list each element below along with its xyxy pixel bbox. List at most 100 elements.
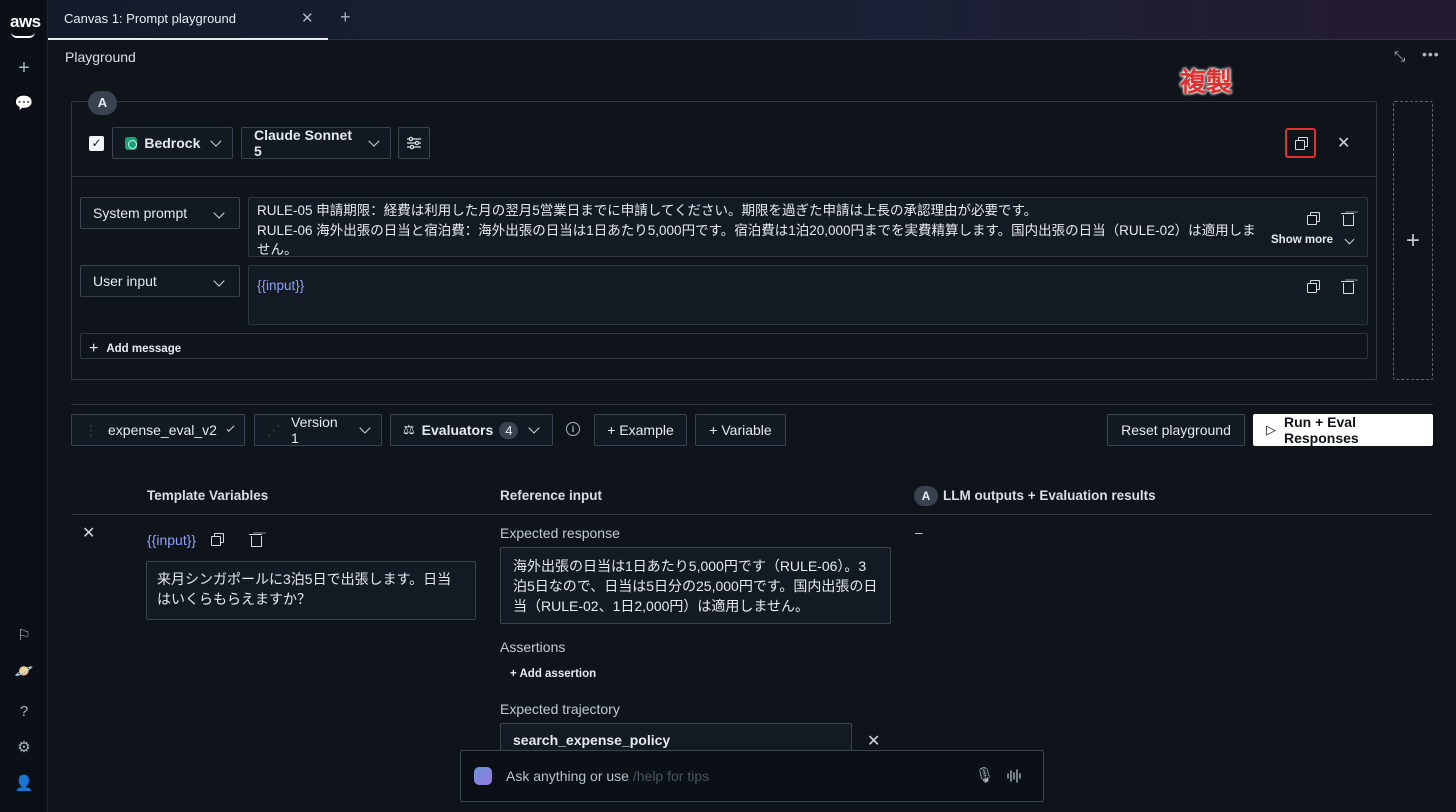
dataset-label: expense_eval_v2 (108, 422, 217, 438)
assistant-logo-icon (474, 767, 492, 785)
delete-message-button[interactable] (1338, 277, 1356, 295)
chevron-down-icon (1344, 234, 1355, 245)
info-icon[interactable]: i (566, 422, 580, 436)
plus-icon: + (89, 340, 99, 357)
system-prompt-line: RULE-05 申請期限：経費は利用した月の翌月5営業日までに申請してください。… (257, 203, 1038, 218)
more-icon[interactable]: ••• (1422, 46, 1440, 62)
chevron-down-icon (210, 135, 222, 147)
variable-token: {{input}} (257, 278, 305, 293)
col-reference-input: Reference input (500, 488, 603, 503)
run-label: Run + Eval Responses (1284, 414, 1359, 446)
table-divider (71, 514, 1433, 515)
aws-logo-smile (11, 32, 35, 38)
ask-input[interactable]: Ask anything or use /help for tips 🎙 (460, 750, 1044, 802)
add-variable-label: + Variable (709, 422, 772, 438)
copy-icon (1307, 212, 1320, 225)
delete-row-icon[interactable]: ✕ (82, 523, 95, 543)
copy-icon (1294, 137, 1308, 150)
ask-placeholder-text: Ask anything or use (506, 768, 629, 784)
planet-icon[interactable]: 🪐 (14, 662, 34, 682)
show-more-button[interactable]: Show more (1271, 234, 1355, 246)
chevron-down-icon (368, 135, 380, 147)
chat-icon[interactable]: 💬 (14, 94, 34, 114)
version-label: Version 1 (291, 414, 338, 446)
role-select-user[interactable]: User input (80, 265, 240, 297)
chevron-down-icon (213, 275, 225, 287)
aws-logo[interactable]: aws (10, 12, 41, 32)
chevron-down-icon (359, 422, 371, 434)
provider-select[interactable]: Bedrock (112, 127, 233, 159)
model-label: Claude Sonnet 5 (254, 127, 353, 159)
add-tab-icon[interactable]: + (340, 7, 351, 28)
role-label: System prompt (93, 205, 188, 221)
voice-wave-icon[interactable] (1006, 768, 1022, 784)
add-panel-button[interactable]: + (1393, 101, 1433, 380)
col-template-variables: Template Variables (147, 488, 269, 503)
evaluators-count-badge: 4 (499, 421, 519, 439)
role-select-system[interactable]: System prompt (80, 197, 240, 229)
sliders-icon (407, 136, 421, 150)
page-title: Playground (65, 49, 136, 65)
flag-icon[interactable]: ⚐ (14, 626, 34, 646)
evaluators-select[interactable]: ⚖ Evaluators 4 (390, 414, 553, 446)
model-select[interactable]: Claude Sonnet 5 (241, 127, 391, 159)
reset-playground-button[interactable]: Reset playground (1107, 414, 1245, 446)
scale-icon: ⚖ (403, 422, 415, 437)
add-variable-button[interactable]: + Variable (695, 414, 786, 446)
col-llm-outputs: LLM outputs + Evaluation results (943, 488, 1156, 503)
copy-message-button[interactable] (1304, 209, 1322, 227)
tab-canvas-1[interactable]: Canvas 1: Prompt playground ✕ (48, 0, 328, 40)
add-example-button[interactable]: + Example (594, 414, 687, 446)
new-plus-icon[interactable]: + (14, 58, 34, 78)
add-message-button[interactable]: + Add message (80, 333, 1368, 359)
version-icon: ⋰ (267, 421, 281, 438)
provider-label: Bedrock (144, 135, 201, 151)
play-icon: ▷ (1266, 422, 1276, 437)
chevron-down-icon (213, 207, 225, 219)
evaluators-label: Evaluators (421, 422, 494, 438)
run-eval-button[interactable]: ▷ Run + Eval Responses (1253, 414, 1433, 446)
add-assertion-button[interactable]: + Add assertion (510, 668, 596, 680)
left-sidebar: aws + 💬 ⚐ 🪐 ? ⚙ 👤 (0, 0, 48, 812)
copy-variable-button[interactable] (208, 530, 226, 548)
show-more-label: Show more (1271, 234, 1333, 246)
version-select[interactable]: ⋰ Version 1 (254, 414, 382, 446)
copy-message-button[interactable] (1304, 277, 1322, 295)
delete-message-button[interactable] (1338, 209, 1356, 227)
variable-input-field[interactable]: 来月シンガポールに3泊5日で出張します。日当はいくらもらえますか？ (146, 561, 476, 620)
llm-output-value: – (915, 524, 923, 540)
tab-close-icon[interactable]: ✕ (301, 9, 314, 27)
panel-checkbox[interactable]: ✓ (89, 136, 104, 151)
add-example-label: + Example (607, 422, 674, 438)
expected-response-label: Expected response (500, 525, 620, 541)
trash-icon (1340, 280, 1354, 294)
expected-response-field[interactable]: 海外出張の日当は1日あたり5,000円です（RULE-06）。3泊5日なので、日… (500, 547, 891, 624)
duplicate-panel-button[interactable] (1285, 128, 1316, 158)
close-panel-icon[interactable]: ✕ (1337, 133, 1350, 153)
bedrock-icon (125, 136, 138, 150)
settings-icon[interactable]: ⚙ (14, 738, 34, 758)
system-prompt-textarea[interactable]: RULE-05 申請期限：経費は利用した月の翌月5営業日までに申請してください。… (248, 197, 1368, 257)
trash-icon (248, 533, 262, 547)
copy-icon (211, 533, 224, 546)
microphone-icon[interactable]: 🎙 (975, 766, 994, 784)
role-label: User input (93, 273, 157, 289)
dataset-icon: ⋮ (84, 421, 98, 438)
collapse-icon[interactable]: ⤡ (1394, 48, 1405, 65)
user-input-textarea[interactable]: {{input}} (248, 265, 1368, 325)
section-divider (71, 404, 1433, 405)
system-prompt-line: RULE-06 海外出張の日当と宿泊費：海外出張の日当は1日あたり5,000円で… (257, 222, 1256, 257)
tab-label: Canvas 1: Prompt playground (64, 11, 236, 26)
dataset-select[interactable]: ⋮ expense_eval_v2 (71, 414, 245, 446)
tab-bar: Canvas 1: Prompt playground ✕ + (48, 0, 1456, 40)
delete-variable-button[interactable] (246, 530, 264, 548)
help-icon[interactable]: ? (14, 702, 34, 722)
chevron-down-icon (226, 424, 235, 432)
user-icon[interactable]: 👤 (14, 774, 34, 794)
ask-tip-text: /help for tips (628, 768, 710, 784)
variable-token: {{input}} (147, 532, 197, 548)
remove-trajectory-icon[interactable]: ✕ (867, 731, 880, 751)
chevron-down-icon (528, 422, 541, 434)
ask-placeholder: Ask anything or use /help for tips (506, 768, 709, 784)
model-settings-button[interactable] (398, 127, 430, 159)
